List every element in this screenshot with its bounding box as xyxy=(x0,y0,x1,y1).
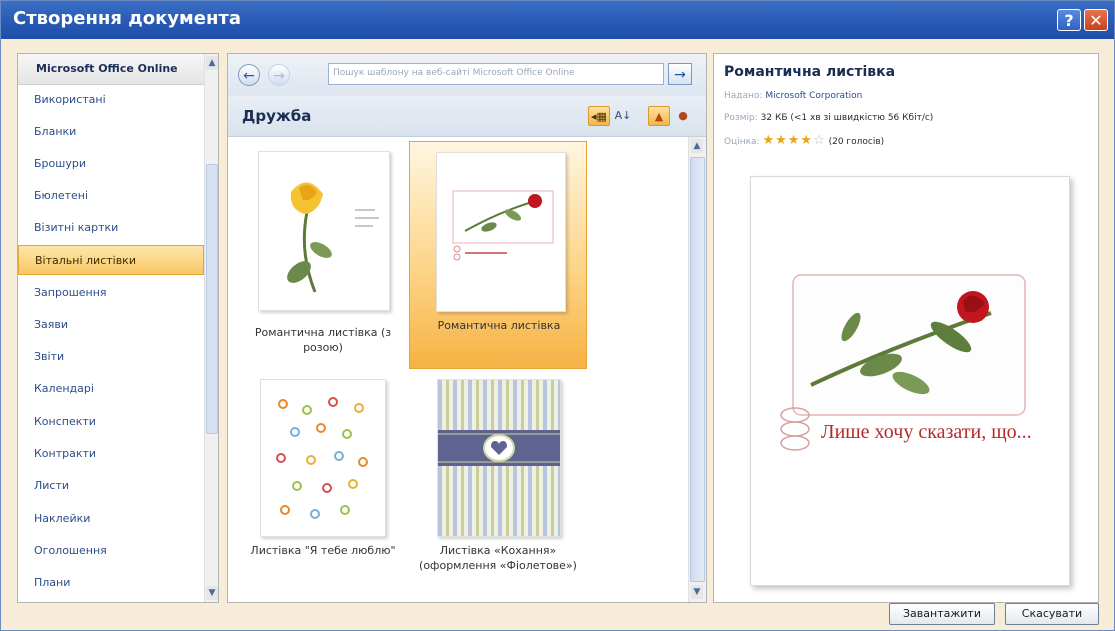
template-label: Романтична листівка xyxy=(437,319,561,332)
gallery-toolbar: ← → Пошук шаблону на веб-сайті Microsoft… xyxy=(228,54,706,97)
template-tile-selected[interactable]: Романтична листівка xyxy=(409,141,587,369)
scroll-up-icon[interactable]: ▲ xyxy=(206,56,218,70)
create-document-dialog: Створення документа ? ✕ Microsoft Office… xyxy=(0,0,1115,631)
forward-arrow-icon: → xyxy=(273,68,285,84)
category-item[interactable]: Бланки xyxy=(18,117,204,147)
size-value: 32 КБ (<1 хв зі швидкістю 56 Кбіт/с) xyxy=(760,113,934,123)
rating-label: Оцінка: xyxy=(724,137,760,147)
close-icon: ✕ xyxy=(1089,11,1103,30)
sort-icon[interactable]: A↓ xyxy=(612,106,634,126)
size-row: Розмір: 32 КБ (<1 хв зі швидкістю 56 Кбі… xyxy=(724,113,933,123)
title-bar: Створення документа ? ✕ xyxy=(1,1,1114,39)
category-item[interactable]: Конспекти xyxy=(18,407,204,437)
yellow-rose-icon xyxy=(287,182,379,293)
category-group-label: Microsoft Office Online xyxy=(36,62,178,75)
size-label: Розмір: xyxy=(724,113,758,123)
help-button[interactable]: ? xyxy=(1057,9,1081,31)
template-thumbnail xyxy=(436,152,566,312)
scroll-thumb[interactable] xyxy=(206,164,218,434)
download-button[interactable]: Завантажити xyxy=(889,603,995,625)
gallery-scrollbar[interactable]: ▲ ▼ xyxy=(688,137,706,602)
category-item[interactable]: Брошури xyxy=(18,149,204,179)
publisher-label: Надано: xyxy=(724,91,763,101)
view-thumbnails-icon[interactable]: ◂▦ xyxy=(588,106,610,126)
template-tile[interactable]: Листівка «Кохання» (оформлення «Фіолетов… xyxy=(409,375,587,600)
rating-filter-icon[interactable]: ▲ xyxy=(648,106,670,126)
back-arrow-icon: ← xyxy=(243,68,255,84)
template-thumbnail xyxy=(437,379,561,537)
category-scrollbar[interactable]: ▲ ▼ xyxy=(204,54,218,602)
gallery-category-title: Дружба xyxy=(242,107,312,125)
user-filter-icon[interactable]: ● xyxy=(672,106,694,126)
category-item[interactable]: Використані xyxy=(18,85,204,115)
go-arrow-icon: → xyxy=(674,67,686,83)
category-item[interactable]: Візитні картки xyxy=(18,213,204,243)
template-preview: Лише хочу сказати, що... xyxy=(750,176,1070,586)
category-item[interactable]: Календарі xyxy=(18,374,204,404)
category-item[interactable]: Наклейки xyxy=(18,504,204,534)
template-label: Листівка «Кохання» (оформлення «Фіолетов… xyxy=(419,544,577,572)
search-go-button[interactable]: → xyxy=(668,63,692,85)
help-icon: ? xyxy=(1064,11,1074,30)
preview-caption: Лише хочу сказати, що... xyxy=(821,421,1032,443)
rose-card-preview-icon xyxy=(780,274,1026,451)
publisher-row: Надано: Microsoft Corporation xyxy=(724,91,862,101)
template-tile[interactable]: Листівка "Я тебе люблю" xyxy=(234,375,412,585)
template-gallery-pane: ← → Пошук шаблону на веб-сайті Microsoft… xyxy=(227,53,707,603)
category-item[interactable]: Листи xyxy=(18,471,204,501)
template-title: Романтична листівка xyxy=(724,64,896,80)
template-grid: Романтична листівка (з розою) Романтична… xyxy=(228,137,688,602)
template-thumbnail xyxy=(258,151,390,311)
back-button[interactable]: ← xyxy=(238,64,260,86)
template-tile[interactable]: Романтична листівка (з розою) xyxy=(234,143,412,358)
red-rose-icon xyxy=(452,190,554,261)
rating-votes: (20 голосів) xyxy=(828,137,885,147)
cancel-button[interactable]: Скасувати xyxy=(1005,603,1099,625)
template-label: Романтична листівка (з розою) xyxy=(254,326,392,354)
category-item[interactable]: Контракти xyxy=(18,439,204,469)
forward-button[interactable]: → xyxy=(268,64,290,86)
scroll-up-icon[interactable]: ▲ xyxy=(691,139,703,153)
category-item[interactable]: Звіти xyxy=(18,342,204,372)
rating-stars-icon[interactable]: ★★★★☆ xyxy=(762,133,825,148)
category-item[interactable]: Запрошення xyxy=(18,278,204,308)
template-details-pane: Романтична листівка Надано: Microsoft Co… xyxy=(713,53,1099,603)
category-item[interactable]: Плани xyxy=(18,568,204,598)
scroll-thumb[interactable] xyxy=(690,157,705,582)
template-search-input[interactable]: Пошук шаблону на веб-сайті Microsoft Off… xyxy=(328,63,664,85)
heart-band-icon xyxy=(438,430,560,466)
category-item-selected[interactable]: Вітальні листівки xyxy=(18,245,204,275)
window-title: Створення документа xyxy=(13,8,241,29)
rating-row: Оцінка: ★★★★☆ (20 голосів) xyxy=(724,133,884,148)
scroll-down-icon[interactable]: ▼ xyxy=(206,586,218,600)
gallery-category-header: Дружба ◂▦ A↓ ▲ ● xyxy=(228,96,706,137)
template-label: Листівка "Я тебе люблю" xyxy=(250,544,396,557)
hearts-icon xyxy=(276,397,368,519)
category-group-header[interactable]: Microsoft Office Online xyxy=(18,54,204,85)
category-item[interactable]: Бюлетені xyxy=(18,181,204,211)
category-item[interactable]: Оголошення xyxy=(18,536,204,566)
close-button[interactable]: ✕ xyxy=(1084,9,1108,31)
template-thumbnail xyxy=(260,379,386,537)
category-pane: Microsoft Office Online Використані Блан… xyxy=(17,53,219,603)
publisher-value: Microsoft Corporation xyxy=(765,91,863,101)
scroll-down-icon[interactable]: ▼ xyxy=(691,585,703,599)
category-item[interactable]: Заяви xyxy=(18,310,204,340)
